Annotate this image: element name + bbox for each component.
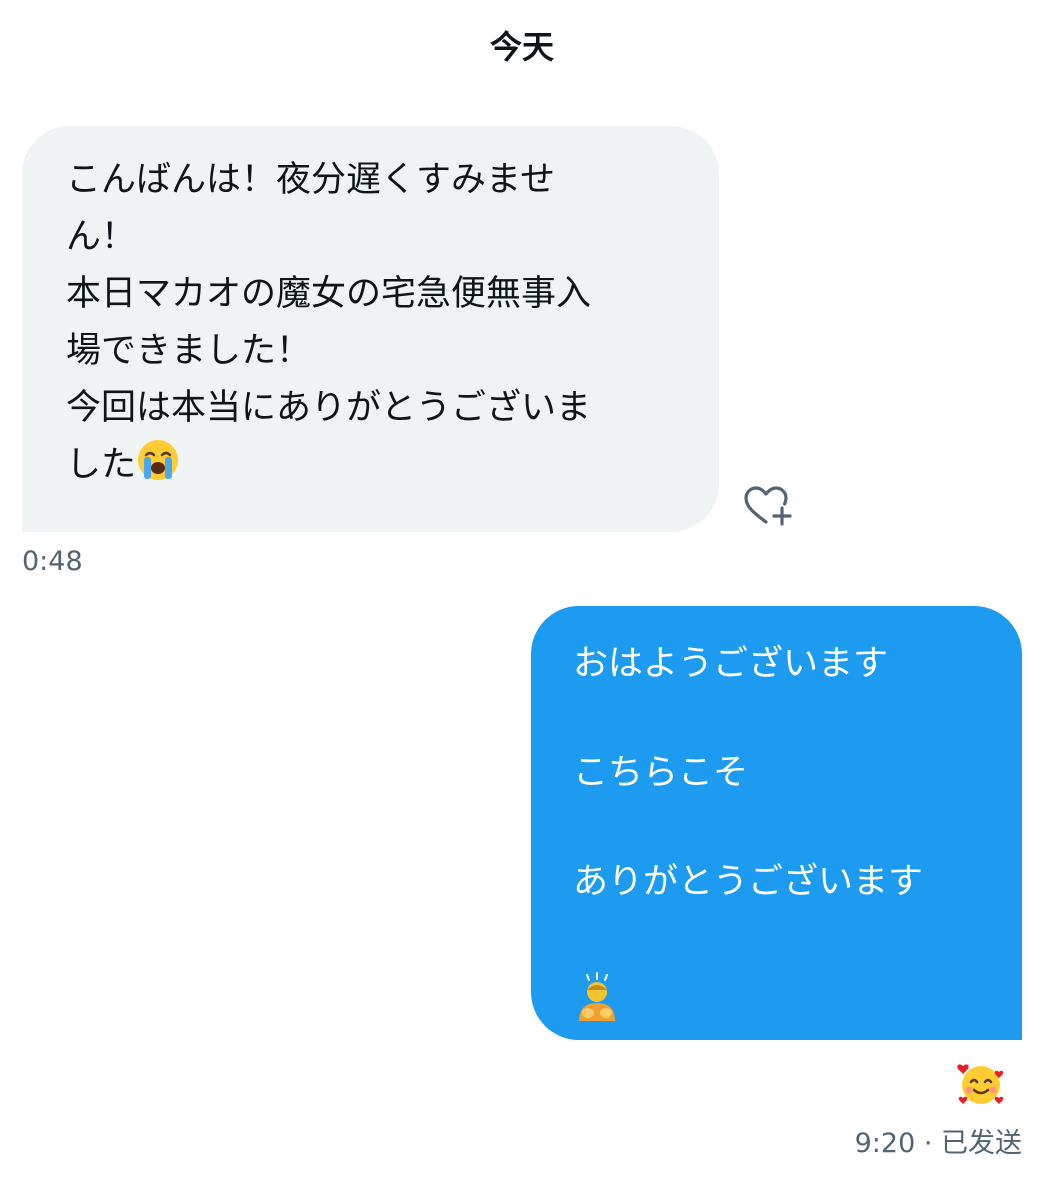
message-line: した	[66, 445, 137, 485]
heart-plus-icon[interactable]	[742, 484, 794, 528]
incoming-message-bubble[interactable]: こんばんは！夜分遅くすみませ ん！ 本日マカオの魔女の宅急便無事入 場できました…	[22, 126, 719, 532]
message-line: 本日マカオの魔女の宅急便無事入	[66, 274, 592, 314]
message-timestamp: 0:48	[22, 546, 83, 577]
person-bowing-icon	[579, 972, 615, 1021]
smiling-face-with-hearts-icon[interactable]	[955, 1058, 1007, 1110]
message-line: 場できました！	[66, 331, 312, 371]
message-line-last: した	[66, 437, 699, 494]
message-line: ありがとうございます	[573, 862, 924, 902]
date-divider: 今天	[489, 28, 554, 66]
message-line: こちらこそ	[573, 753, 749, 793]
message-status: 9:20 · 已发送	[854, 1128, 1022, 1159]
message-line: こんばんは！夜分遅くすみませ	[66, 160, 555, 200]
outgoing-message-bubble[interactable]: おはようございます こちらこそ ありがとうございます	[531, 606, 1022, 1040]
message-line: おはようございます	[573, 644, 889, 684]
message-line: 今回は本当にありがとうございま	[66, 388, 592, 428]
loudly-crying-face-icon	[138, 440, 179, 480]
message-line: ん！	[66, 217, 137, 257]
